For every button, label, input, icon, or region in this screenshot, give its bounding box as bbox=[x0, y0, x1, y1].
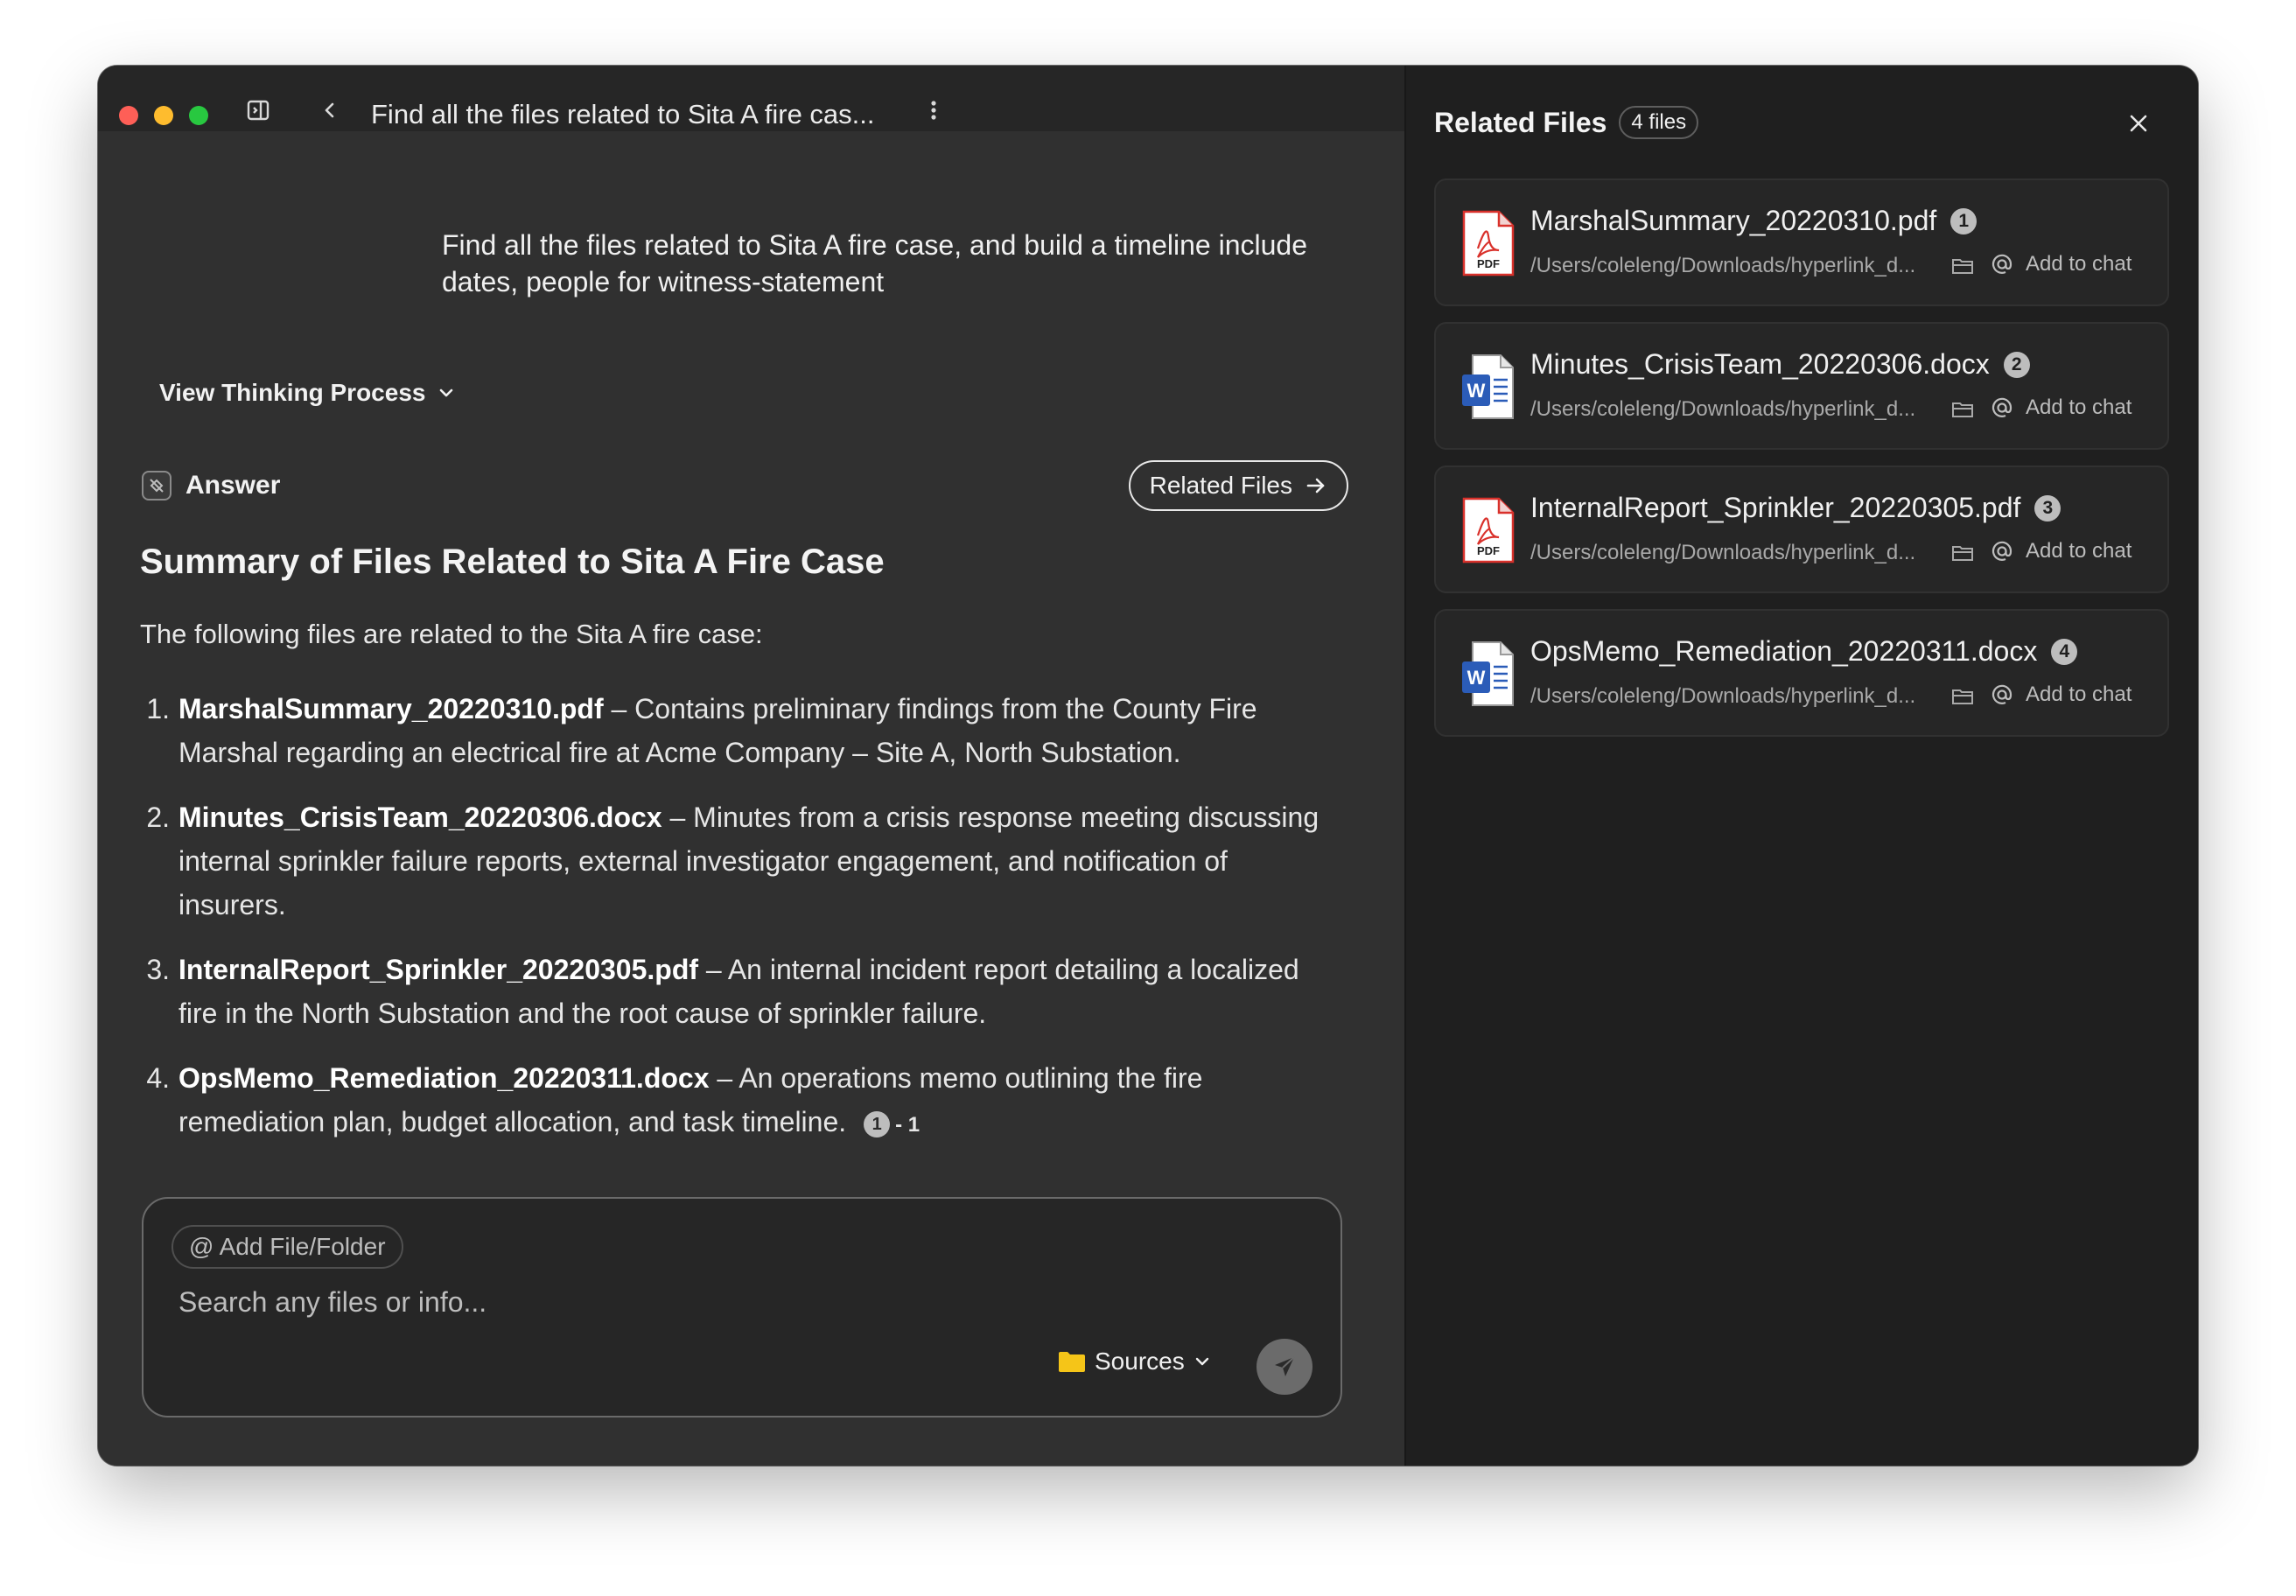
svg-text:PDF: PDF bbox=[1477, 544, 1500, 557]
add-to-chat-label: Add to chat bbox=[2026, 396, 2132, 419]
add-file-folder-button[interactable]: @ Add File/Folder bbox=[172, 1225, 403, 1269]
word-file-icon: W bbox=[1462, 641, 1514, 706]
send-arrow-icon bbox=[1275, 1356, 1295, 1376]
file-name: OpsMemo_Remediation_20220311.docx 4 bbox=[1530, 635, 2078, 668]
file-name-bold: InternalReport_Sprinkler_20220305.pdf bbox=[178, 954, 699, 985]
file-card[interactable]: W Minutes_CrisisTeam_20220306.docx 2 /Us… bbox=[1434, 322, 2169, 450]
close-window-button[interactable] bbox=[119, 106, 138, 125]
search-input[interactable] bbox=[178, 1286, 1054, 1319]
add-to-chat-button[interactable]: Add to chat bbox=[1991, 396, 2132, 420]
file-card[interactable]: W OpsMemo_Remediation_20220311.docx 4 /U… bbox=[1434, 609, 2169, 737]
list-item: 1. MarshalSummary_20220310.pdf – Contain… bbox=[140, 687, 1330, 774]
add-to-chat-label: Add to chat bbox=[2026, 539, 2132, 563]
list-item: 3. InternalReport_Sprinkler_20220305.pdf… bbox=[140, 948, 1330, 1035]
answer-heading: Answer bbox=[142, 471, 280, 500]
add-to-chat-label: Add to chat bbox=[2026, 252, 2132, 276]
citation-badge[interactable]: 1 bbox=[864, 1110, 891, 1138]
pdf-file-icon: PDF bbox=[1462, 497, 1515, 564]
composer: @ Add File/Folder Sources bbox=[142, 1197, 1342, 1418]
file-name: Minutes_CrisisTeam_20220306.docx 2 bbox=[1530, 348, 2030, 381]
app-window: Find all the files related to Sita A fir… bbox=[98, 66, 2198, 1466]
answer-icon bbox=[142, 471, 172, 500]
file-path: /Users/coleleng/Downloads/hyperlink_d... bbox=[1530, 541, 1916, 564]
open-folder-icon[interactable] bbox=[1950, 254, 1975, 278]
open-folder-icon[interactable] bbox=[1950, 684, 1975, 709]
citation-suffix: - 1 bbox=[895, 1113, 920, 1137]
summary-title: Summary of Files Related to Sita A Fire … bbox=[140, 542, 885, 581]
file-name-bold: OpsMemo_Remediation_20220311.docx bbox=[178, 1062, 710, 1094]
file-name: InternalReport_Sprinkler_20220305.pdf 3 bbox=[1530, 492, 2062, 524]
folder-icon bbox=[1059, 1352, 1085, 1372]
at-sign-icon bbox=[1992, 397, 2012, 417]
add-to-chat-button[interactable]: Add to chat bbox=[1991, 539, 2132, 564]
thinking-label: View Thinking Process bbox=[159, 379, 426, 406]
summary-file-list: 1. MarshalSummary_20220310.pdf – Contain… bbox=[140, 687, 1330, 1168]
close-icon[interactable] bbox=[2124, 109, 2152, 137]
zoom-window-button[interactable] bbox=[189, 106, 208, 125]
answer-header: Answer Related Files bbox=[142, 459, 1348, 512]
more-options-icon[interactable] bbox=[920, 97, 947, 123]
arrow-right-icon bbox=[1306, 478, 1325, 494]
chevron-down-icon bbox=[440, 388, 453, 397]
titlebar: Find all the files related to Sita A fir… bbox=[98, 66, 1404, 131]
chevron-down-icon bbox=[1195, 1357, 1208, 1366]
add-to-chat-button[interactable]: Add to chat bbox=[1991, 252, 2132, 276]
file-count-badge: 4 files bbox=[1619, 106, 1699, 139]
related-files-button[interactable]: Related Files bbox=[1128, 460, 1348, 511]
list-item: 2. Minutes_CrisisTeam_20220306.docx – Mi… bbox=[140, 795, 1330, 927]
list-item: 4. OpsMemo_Remediation_20220311.docx – A… bbox=[140, 1056, 1330, 1147]
minimize-window-button[interactable] bbox=[154, 106, 173, 125]
answer-label: Answer bbox=[186, 471, 281, 500]
file-path: /Users/coleleng/Downloads/hyperlink_d... bbox=[1530, 254, 1916, 277]
file-name-bold: MarshalSummary_20220310.pdf bbox=[178, 693, 604, 724]
at-sign-icon bbox=[1992, 684, 2012, 704]
file-number-badge: 1 bbox=[1950, 207, 1978, 234]
svg-text:PDF: PDF bbox=[1477, 257, 1500, 270]
file-name-text: Minutes_CrisisTeam_20220306.docx bbox=[1530, 348, 1990, 380]
file-name: MarshalSummary_20220310.pdf 1 bbox=[1530, 205, 1978, 237]
related-files-panel: Related Files 4 files PDF MarshalSummary… bbox=[1404, 66, 2198, 1466]
svg-text:W: W bbox=[1467, 380, 1486, 402]
file-name-text: InternalReport_Sprinkler_20220305.pdf bbox=[1530, 492, 2021, 523]
chat-pane: Find all the files related to Sita A fir… bbox=[98, 66, 1404, 1466]
file-path: /Users/coleleng/Downloads/hyperlink_d... bbox=[1530, 397, 1916, 421]
list-number: 1. bbox=[146, 693, 170, 724]
user-message: Find all the files related to Sita A fir… bbox=[442, 229, 1308, 298]
back-chevron-icon[interactable] bbox=[317, 97, 343, 123]
sources-dropdown[interactable]: Sources bbox=[1058, 1348, 1211, 1376]
open-folder-icon[interactable] bbox=[1950, 397, 1975, 422]
pdf-file-icon: PDF bbox=[1462, 210, 1515, 276]
file-name-text: OpsMemo_Remediation_20220311.docx bbox=[1530, 635, 2038, 667]
file-card[interactable]: PDF InternalReport_Sprinkler_20220305.pd… bbox=[1434, 466, 2169, 593]
file-card[interactable]: PDF MarshalSummary_20220310.pdf 1 /Users… bbox=[1434, 178, 2169, 306]
list-number: 3. bbox=[146, 954, 170, 985]
at-sign-icon bbox=[1992, 541, 2012, 561]
add-to-chat-label: Add to chat bbox=[2026, 682, 2132, 706]
add-to-chat-button[interactable]: Add to chat bbox=[1991, 682, 2132, 707]
related-files-title: Related Files bbox=[1434, 106, 1607, 138]
view-thinking-process-toggle[interactable]: View Thinking Process bbox=[159, 379, 455, 407]
list-number: 2. bbox=[146, 802, 170, 833]
thread-title: Find all the files related to Sita A fir… bbox=[371, 99, 875, 130]
file-name-bold: Minutes_CrisisTeam_20220306.docx bbox=[178, 802, 662, 833]
sidebar-toggle-icon[interactable] bbox=[245, 97, 271, 123]
summary-intro: The following files are related to the S… bbox=[140, 619, 763, 649]
svg-text:W: W bbox=[1467, 667, 1486, 689]
file-number-badge: 3 bbox=[2034, 494, 2062, 522]
file-number-badge: 4 bbox=[2051, 638, 2078, 665]
send-button[interactable] bbox=[1256, 1339, 1312, 1395]
related-files-button-label: Related Files bbox=[1149, 472, 1292, 499]
file-name-text: MarshalSummary_20220310.pdf bbox=[1530, 205, 1937, 236]
list-number: 4. bbox=[146, 1062, 170, 1094]
sources-label: Sources bbox=[1095, 1348, 1185, 1375]
file-path: /Users/coleleng/Downloads/hyperlink_d... bbox=[1530, 684, 1916, 708]
word-file-icon: W bbox=[1462, 354, 1514, 419]
related-files-header: Related Files 4 files bbox=[1434, 106, 1699, 139]
at-sign-icon bbox=[1992, 254, 2012, 274]
file-number-badge: 2 bbox=[2003, 351, 2030, 378]
open-folder-icon[interactable] bbox=[1950, 541, 1975, 565]
